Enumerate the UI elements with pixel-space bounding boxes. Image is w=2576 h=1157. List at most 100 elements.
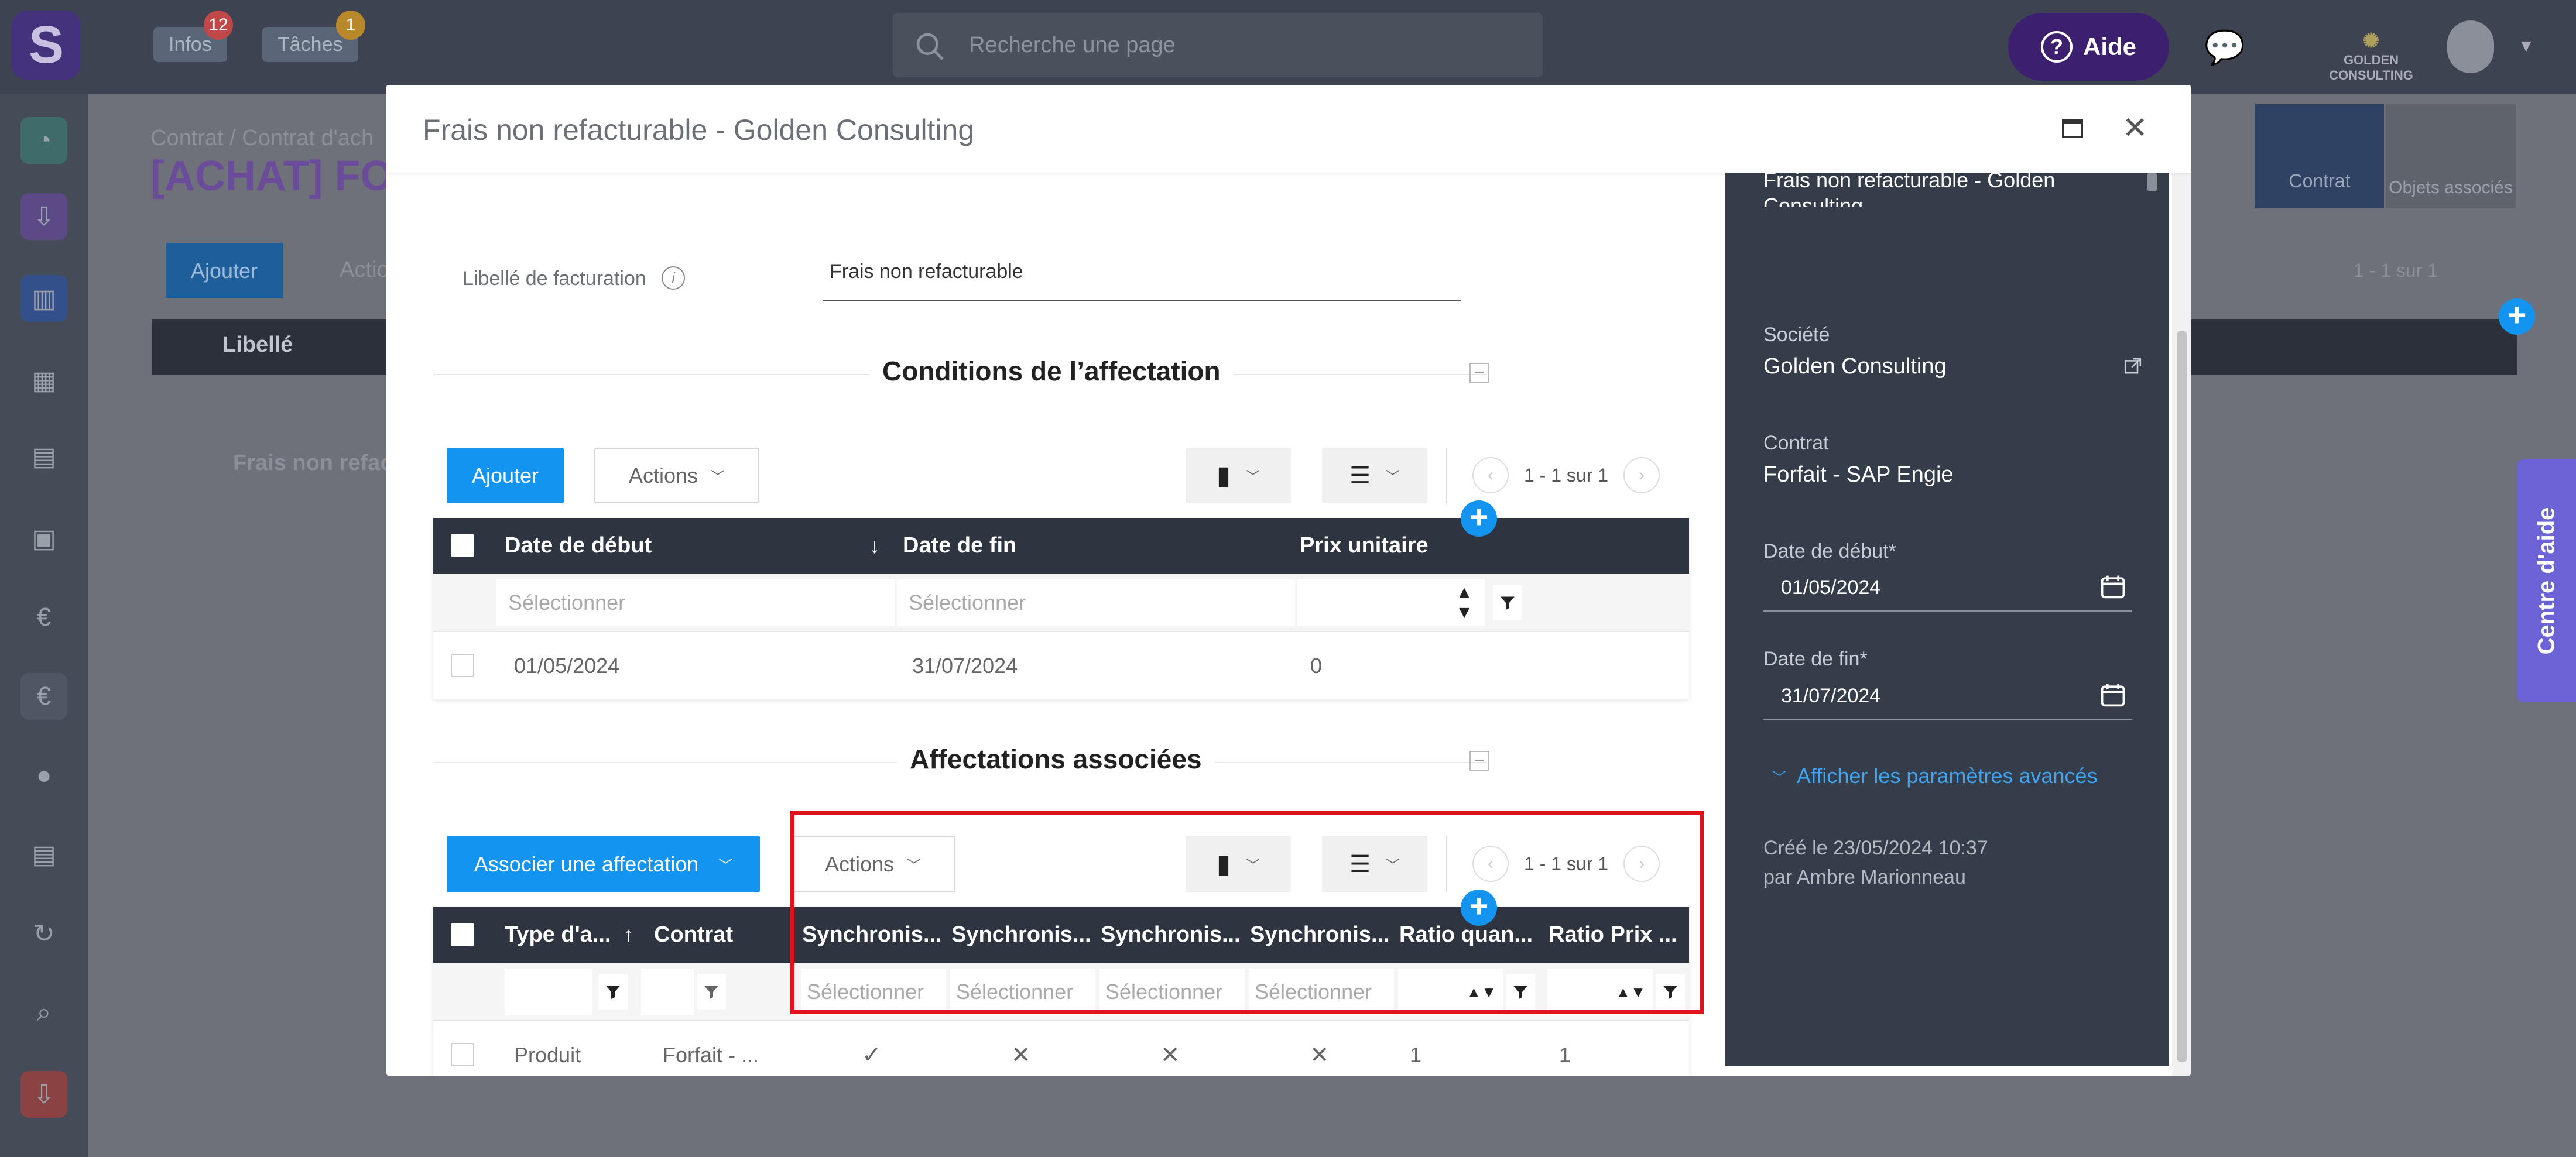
collapse-conditions-icon[interactable]: −	[1469, 363, 1489, 383]
user-icon[interactable]: ●	[20, 752, 67, 799]
help-center-tab[interactable]: Centre d'aide	[2517, 459, 2576, 702]
chevron-down-icon[interactable]: ▼	[2517, 36, 2535, 56]
filter-affectations-button[interactable]: ☰ ﹀	[1322, 836, 1427, 892]
affectations-table: Type d'a... ↑ Contrat Synchronis... Sync…	[433, 907, 1689, 1076]
bg-pager: 1 - 1 sur 1	[2354, 260, 2438, 281]
row-checkbox[interactable]	[451, 654, 474, 677]
number-spinner[interactable]: ▲▼	[1398, 969, 1503, 1015]
bookmark-affectations-button[interactable]: ▮ ﹀	[1186, 836, 1291, 892]
search-placeholder: Recherche une page	[969, 32, 1176, 57]
col-synchronisation-2[interactable]: Synchronis...	[951, 907, 1095, 963]
number-spinner[interactable]: ▲▼	[1547, 969, 1653, 1015]
sort-down-icon[interactable]: ↓	[869, 518, 880, 574]
advanced-params-link[interactable]: ﹀ Afficher les paramètres avancés	[1772, 764, 2098, 788]
bg-ajouter-button[interactable]: Ajouter	[166, 243, 283, 298]
filter-sync-2[interactable]: Sélectionner	[950, 969, 1095, 1015]
modal-body: Libellé de facturation i Frais non refac…	[386, 173, 1724, 1076]
search-bar[interactable]: Recherche une page	[893, 13, 1543, 77]
filter-sync-3[interactable]: Sélectionner	[1099, 969, 1245, 1015]
col-ratio-prix[interactable]: Ratio Prix ...	[1549, 907, 1686, 963]
panel-scrollbar[interactable]	[2147, 173, 2157, 191]
date-fin-input[interactable]: 31/07/2024	[1763, 673, 2132, 720]
external-link-icon[interactable]	[2123, 357, 2142, 376]
export-icon[interactable]: ⇩	[20, 1071, 67, 1118]
filter-type[interactable]	[505, 969, 592, 1015]
bg-col-libelle: Libellé	[222, 332, 293, 357]
bg-plus-icon[interactable]: +	[2499, 298, 2535, 335]
filter-funnel-icon[interactable]	[1493, 585, 1522, 620]
aide-button[interactable]: ? Aide	[2008, 13, 2169, 81]
libelle-facturation-input[interactable]: Frais non refacturable	[823, 260, 1461, 301]
app-logo[interactable]: S	[12, 11, 81, 80]
date-debut-input[interactable]: 01/05/2024	[1763, 565, 2132, 612]
filter-funnel-icon[interactable]	[697, 974, 726, 1010]
bg-ajouter-label: Ajouter	[190, 258, 258, 283]
col-type-affectation[interactable]: Type d'a...	[505, 907, 622, 963]
number-spinner[interactable]: ▲▼	[1297, 579, 1485, 626]
row-checkbox[interactable]	[451, 1043, 474, 1066]
tab-objets-associes[interactable]: Objets associés	[2386, 104, 2516, 208]
col-date-debut[interactable]: Date de début	[505, 518, 652, 574]
calendar-icon[interactable]	[2099, 573, 2126, 600]
euro-circle-icon[interactable]: €	[20, 673, 67, 720]
calendar-icon[interactable]: ▦	[20, 357, 67, 404]
briefcase-icon[interactable]: ▣	[20, 515, 67, 562]
maximize-icon[interactable]	[2061, 115, 2084, 147]
bookmark-conditions-button[interactable]: ▮ ﹀	[1186, 448, 1291, 503]
filter-funnel-icon[interactable]	[598, 974, 628, 1010]
filter-contrat[interactable]	[641, 969, 694, 1015]
col-synchronisation-1[interactable]: Synchronis...	[802, 907, 946, 963]
dashboard-icon[interactable]: ◔	[20, 117, 67, 164]
libelle-facturation-label: Libellé de facturation	[463, 267, 646, 290]
search-analytics-icon[interactable]: ⌕	[20, 989, 67, 1036]
chart-icon[interactable]: ▥	[20, 275, 67, 322]
associer-affectation-button[interactable]: Associer une affectation ﹀	[447, 836, 760, 892]
chat-icon[interactable]: 💬	[2204, 28, 2245, 67]
filter-date-debut[interactable]: Sélectionner	[496, 579, 895, 626]
company-logo: ✺ GOLDEN CONSULTING	[2304, 29, 2438, 83]
select-all-checkbox[interactable]	[451, 923, 474, 946]
close-icon[interactable]: ✕	[2122, 111, 2148, 146]
sort-up-icon[interactable]: ↑	[624, 907, 633, 963]
inbox-icon[interactable]: ⇩	[20, 193, 67, 240]
filter-funnel-icon[interactable]	[1506, 974, 1535, 1010]
actions-conditions-button[interactable]: Actions ﹀	[594, 448, 759, 503]
col-prix-unitaire[interactable]: Prix unitaire	[1300, 518, 1429, 574]
prev-page-icon[interactable]: ‹	[1472, 457, 1509, 493]
col-synchronisation-3[interactable]: Synchronis...	[1101, 907, 1244, 963]
filter-conditions-button[interactable]: ☰ ﹀	[1322, 448, 1427, 503]
select-all-checkbox[interactable]	[451, 534, 474, 557]
prev-page-icon[interactable]: ‹	[1472, 846, 1509, 882]
col-synchronisation-4[interactable]: Synchronis...	[1250, 907, 1393, 963]
col-contrat[interactable]: Contrat	[654, 907, 794, 963]
modal-scrollbar-thumb[interactable]	[2177, 331, 2187, 1062]
info-icon[interactable]: i	[662, 266, 685, 290]
col-date-fin[interactable]: Date de fin	[903, 518, 1016, 574]
avatar[interactable]	[2447, 20, 2494, 73]
bg-actions-label: Actio	[340, 258, 389, 282]
euro-icon[interactable]: €	[20, 594, 67, 641]
tab-contrat[interactable]: Contrat	[2255, 104, 2384, 208]
refresh-icon[interactable]: ↻	[20, 910, 67, 957]
modal-dialog: Frais non refacturable - Golden Consulti…	[386, 85, 2191, 1076]
filter-sync-4[interactable]: Sélectionner	[1249, 969, 1394, 1015]
filter-sync-1[interactable]: Sélectionner	[801, 969, 946, 1015]
document-icon[interactable]: ▤	[20, 433, 67, 480]
actions-affectations-button[interactable]: Actions ﹀	[790, 836, 955, 892]
report-icon[interactable]: ▤	[20, 831, 67, 878]
pager-affectations: ‹ 1 - 1 sur 1 ›	[1472, 846, 1660, 882]
divider	[1446, 448, 1447, 503]
table-row[interactable]: 01/05/2024 31/07/2024 0	[433, 635, 1689, 696]
collapse-affectations-icon[interactable]: −	[1469, 751, 1489, 771]
calendar-icon[interactable]	[2099, 681, 2126, 708]
next-page-icon[interactable]: ›	[1623, 846, 1660, 882]
ajouter-condition-button[interactable]: Ajouter	[447, 448, 564, 503]
filter-funnel-icon[interactable]	[1656, 974, 1685, 1010]
cross-icon: ✕	[1160, 1042, 1180, 1068]
filter-lines-icon: ☰	[1349, 462, 1371, 489]
filter-date-fin[interactable]: Sélectionner	[897, 579, 1295, 626]
table-row[interactable]: Produit Forfait - ... ✓ ✕ ✕ ✕ 1 1	[433, 1024, 1689, 1076]
next-page-icon[interactable]: ›	[1623, 457, 1660, 493]
add-affectation-plus-icon[interactable]: +	[1461, 890, 1497, 926]
add-condition-plus-icon[interactable]: +	[1461, 500, 1497, 537]
